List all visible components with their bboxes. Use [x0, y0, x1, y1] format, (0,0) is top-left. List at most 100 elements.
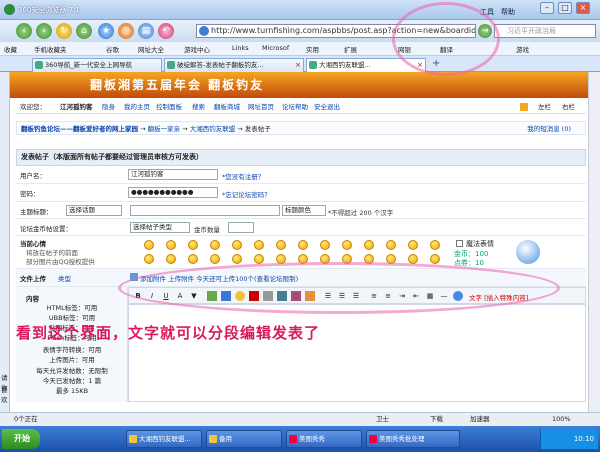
coin-row: 论坛金币帖设置： 选择帖子类型 金币数量 [16, 219, 586, 236]
zoom-level[interactable]: 100% [552, 413, 571, 426]
forgot-password-link[interactable]: *忘记论坛密码？ [222, 189, 271, 199]
post-type-select[interactable]: 选择帖子类型 [130, 222, 190, 233]
minimize-icon[interactable]: – [540, 2, 554, 14]
view-left-link[interactable]: 左栏 [538, 100, 551, 114]
subject-rule: *不得超过 200 个汉字 [328, 209, 394, 217]
home-icon[interactable]: ⌂ [76, 23, 92, 39]
fav-item[interactable]: Microsof [262, 44, 289, 52]
my-messages-link[interactable]: 我的短消息 (0) [527, 122, 571, 136]
history-icon[interactable]: ◷ [118, 23, 134, 39]
tab-navigation[interactable]: 360导航_新一代安全上网导航 [32, 58, 162, 72]
taskbar-item[interactable]: 美图秀秀批处理 [366, 430, 460, 448]
title-color-select[interactable]: 标题颜色 [282, 205, 326, 216]
tab-favicon-icon [35, 61, 43, 69]
print-icon[interactable]: ▤ [138, 23, 154, 39]
mood-smiley-icon[interactable] [408, 240, 418, 250]
fav-item[interactable]: 游戏 [516, 44, 529, 54]
form-title: 发表帖子（本版面所有帖子都要经过管理员审核方可发表） [16, 149, 586, 166]
fav-item[interactable]: 扩展 [344, 44, 357, 54]
breadcrumb-item[interactable]: 大湘西钓友联盟 [190, 125, 236, 133]
username-field[interactable]: 江河孤钓客 [128, 169, 218, 180]
magic-checkbox[interactable] [456, 240, 463, 247]
user-link[interactable]: 网址首页 [248, 100, 274, 114]
taskbar-item[interactable]: 大湘西钓友联盟... [126, 430, 202, 448]
breadcrumb-home[interactable]: 翻板钓鱼论坛——翻板爱好者的网上家园 [21, 125, 138, 133]
start-button[interactable]: 开始 [2, 429, 40, 449]
view-right-link[interactable]: 右栏 [562, 100, 575, 114]
fav-item[interactable]: Links [232, 44, 249, 52]
welcome-label: 欢迎您： [20, 103, 46, 111]
taskbar: 开始 大湘西钓友联盟... 备用 美图秀秀 美图秀秀批处理 10:10 [0, 426, 600, 452]
coin-amount-label: 金币数量 [194, 226, 220, 234]
mood-smiley-icon[interactable] [188, 240, 198, 250]
mood-smiley-icon[interactable] [210, 254, 220, 264]
mood-smiley-icon[interactable] [232, 254, 242, 264]
forward-icon[interactable]: › [36, 23, 52, 39]
taskbar-item[interactable]: 美图秀秀 [286, 430, 362, 448]
mood-smiley-icon[interactable] [342, 240, 352, 250]
rule-line: 表情字符转换：可用 [42, 346, 102, 354]
star-icon[interactable]: ★ [98, 23, 114, 39]
username-label: 用户名： [20, 172, 46, 180]
mood-smiley-icon[interactable] [254, 240, 264, 250]
mood-smiley-icon[interactable] [254, 254, 264, 264]
user-link[interactable]: 论坛帮助 [282, 100, 308, 114]
maximize-icon[interactable]: □ [558, 2, 572, 14]
mood-smiley-icon[interactable] [430, 254, 440, 264]
mood-smiley-icon[interactable] [166, 240, 176, 250]
breadcrumb-item[interactable]: 翻板一家亲 [148, 125, 181, 133]
undo-close-icon[interactable]: ↶ [158, 23, 174, 39]
status-accelerator[interactable]: 加速器 [470, 413, 490, 426]
password-field[interactable]: ●●●●●●●●●●● [128, 187, 218, 198]
subject-input[interactable] [130, 205, 280, 216]
user-link[interactable]: 隐身 [102, 100, 115, 114]
user-link[interactable]: 安全退出 [314, 100, 340, 114]
status-download[interactable]: 下载 [430, 413, 443, 426]
rss-icon[interactable] [520, 103, 528, 111]
fav-item[interactable]: 收藏 [4, 44, 17, 54]
content-textarea[interactable] [128, 304, 586, 402]
mood-smiley-icon[interactable] [430, 240, 440, 250]
mood-smiley-icon[interactable] [232, 240, 242, 250]
title-bar: 360安全浏览器 7.1 工具 帮助 – □ × [0, 0, 600, 20]
user-link[interactable]: 搜索 [192, 100, 205, 114]
mood-smiley-icon[interactable] [364, 240, 374, 250]
tab-close-icon[interactable]: × [295, 59, 301, 71]
fav-item[interactable]: 实用 [306, 44, 319, 54]
mood-smiley-icon[interactable] [386, 240, 396, 250]
username-link[interactable]: 江河孤钓客 [60, 100, 93, 114]
register-link[interactable]: *您没有注册？ [222, 171, 264, 181]
fav-item[interactable]: 游戏中心 [184, 44, 210, 54]
mood-smiley-icon[interactable] [210, 240, 220, 250]
coin-amount-input[interactable] [228, 222, 254, 233]
tab-post-help[interactable]: 破绽解答-发表帖子翻板钓友... × [164, 58, 304, 72]
mood-smiley-icon[interactable] [188, 254, 198, 264]
tab-favicon-icon [309, 61, 317, 69]
mood-smiley-icon[interactable] [298, 240, 308, 250]
vertical-scrollbar[interactable] [588, 72, 600, 412]
system-tray: 10:10 [540, 429, 598, 449]
user-link[interactable]: 翻板商城 [214, 100, 240, 114]
upload-type-link[interactable]: 类型 [58, 273, 71, 283]
banner-text: 翻板湘第五届年会 翻板钓友 [90, 78, 265, 92]
mood-smiley-icon[interactable] [144, 254, 154, 264]
refresh-icon[interactable]: ↻ [56, 23, 72, 39]
fav-item[interactable]: 手机收藏夹 [34, 44, 67, 54]
mood-smiley-icon[interactable] [276, 240, 286, 250]
fav-item[interactable]: 谷歌 [106, 44, 119, 54]
taskbar-item[interactable]: 备用 [206, 430, 282, 448]
fav-item[interactable]: 网址大全 [138, 44, 164, 54]
search-input[interactable]: 习近平开政治局 [494, 24, 596, 38]
mood-smiley-icon[interactable] [320, 240, 330, 250]
mood-smiley-icon[interactable] [144, 240, 154, 250]
close-icon[interactable]: × [576, 2, 590, 14]
tab-bar: 360导航_新一代安全上网导航 破绽解答-发表帖子翻板钓友... × 大湘西钓友… [0, 56, 600, 72]
back-icon[interactable]: ‹ [16, 23, 32, 39]
mood-smiley-icon[interactable] [166, 254, 176, 264]
user-link[interactable]: 我的主页 [124, 100, 150, 114]
user-link[interactable]: 控制面板 [156, 100, 182, 114]
topic-select[interactable]: 选择话题 [66, 205, 122, 216]
app-icon [209, 435, 217, 443]
menu-help[interactable]: 帮助 [501, 7, 515, 17]
status-protect[interactable]: 卫士 [376, 413, 389, 426]
